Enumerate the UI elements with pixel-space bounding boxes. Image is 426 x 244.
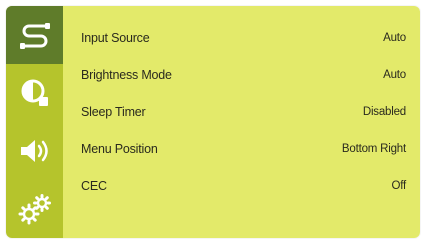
setting-row-cec[interactable]: CEC Off <box>63 167 420 204</box>
projector-settings-menu: Input Source Auto Brightness Mode Auto S… <box>6 6 420 238</box>
gears-icon <box>18 192 52 226</box>
sidebar-item-audio[interactable] <box>6 122 63 180</box>
picture-icon <box>20 78 50 108</box>
setting-row-menu-position[interactable]: Menu Position Bottom Right <box>63 130 420 167</box>
speaker-icon <box>18 136 52 166</box>
input-source-icon <box>18 20 52 50</box>
setting-value: Auto <box>383 31 406 44</box>
setting-value: Auto <box>383 68 406 81</box>
sidebar-item-picture[interactable] <box>6 64 63 122</box>
setting-row-sleep-timer[interactable]: Sleep Timer Disabled <box>63 93 420 130</box>
setting-value: Bottom Right <box>341 142 406 155</box>
setting-row-brightness-mode[interactable]: Brightness Mode Auto <box>63 56 420 93</box>
setting-label: Menu Position <box>81 141 158 156</box>
setting-value: Off <box>391 179 406 192</box>
sidebar-item-settings[interactable] <box>6 180 63 238</box>
setting-label: Brightness Mode <box>81 67 172 82</box>
setting-label: CEC <box>81 178 107 193</box>
sidebar-item-input-source[interactable] <box>6 6 63 64</box>
setting-label: Input Source <box>81 30 150 45</box>
setting-label: Sleep Timer <box>81 104 146 119</box>
setting-row-input-source[interactable]: Input Source Auto <box>63 19 420 56</box>
settings-list: Input Source Auto Brightness Mode Auto S… <box>63 6 420 238</box>
setting-value: Disabled <box>362 105 406 118</box>
sidebar <box>6 6 63 238</box>
